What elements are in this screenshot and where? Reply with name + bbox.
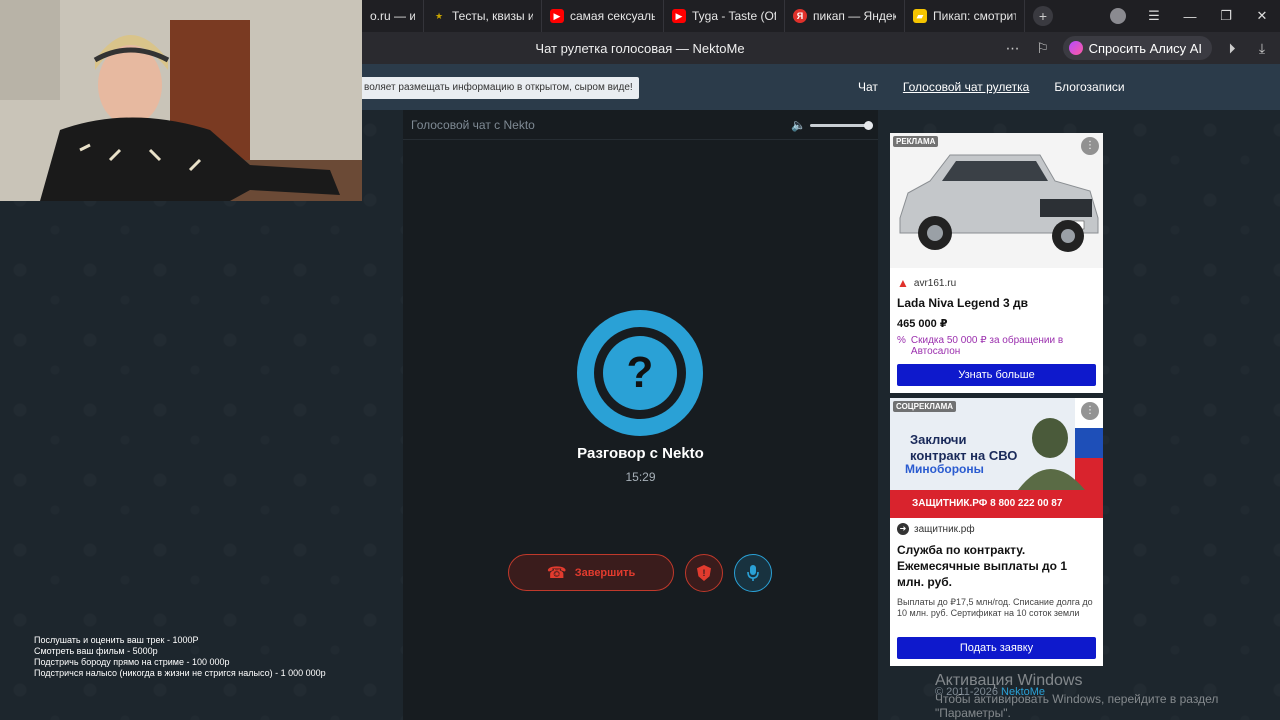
question-mark-icon: ?: [603, 336, 677, 410]
avr-logo-icon: ▲: [897, 276, 909, 290]
ad-subtitle: Выплаты до ₽17,5 млн/год. Списание долга…: [897, 597, 1093, 618]
ad-title[interactable]: Lada Niva Legend 3 дв: [897, 296, 1097, 310]
ad-title[interactable]: Служба по контракту. Ежемесячные выплаты…: [897, 542, 1097, 590]
stream-price-list: Послушать и оценить ваш трек - 1000Р Смо…: [34, 635, 326, 679]
alice-label: Спросить Алису AI: [1088, 40, 1202, 56]
ad-cta-button[interactable]: Подать заявку: [897, 637, 1096, 659]
site-nav: Чат Голосовой чат рулетка Блогозаписи: [858, 80, 1125, 94]
ad-label: РЕКЛАМА: [893, 136, 939, 147]
end-call-button[interactable]: ☎ Завершить: [508, 554, 674, 591]
chat-header-label: Голосовой чат с Nekto: [411, 118, 535, 132]
unknown-partner-ring: ?: [594, 327, 686, 419]
volume-slider[interactable]: [810, 120, 873, 130]
nav-item-chat[interactable]: Чат: [858, 80, 878, 94]
notice-banner: воляет размещать информацию в открытом, …: [358, 77, 639, 99]
microphone-icon: [747, 565, 759, 581]
youtube-icon: ▶: [550, 9, 564, 23]
price-line-3: Подстричь бороду прямо на стриме - 100 0…: [34, 657, 230, 667]
tab-5[interactable]: ▰ Пикап: смотрите: [905, 0, 1025, 32]
page-title: Чат рулетка голосовая — NektoMe: [535, 40, 745, 56]
windows-activation-watermark: Активация Windows Чтобы активировать Win…: [935, 672, 1218, 720]
price-line-1: Послушать и оценить ваш трек - 1000Р: [34, 635, 199, 645]
tab-label: o.ru — инте: [370, 9, 415, 23]
banner-stripe: ЗАЩИТНИК.РФ 8 800 222 00 87: [890, 490, 1103, 518]
tab-label: пикап — Яндекс: [813, 9, 896, 23]
hang-up-icon: ☎: [546, 564, 567, 582]
ad-menu-icon[interactable]: ⋮: [1081, 137, 1099, 155]
ad-domain[interactable]: ▲ avr161.ru: [897, 276, 956, 290]
alice-icon: [1068, 41, 1083, 55]
banner-line-3: Минобороны: [905, 462, 984, 476]
nav-item-blog[interactable]: Блогозаписи: [1054, 80, 1124, 94]
tab-label: самая сексуаль: [570, 9, 655, 23]
bookmark-icon: ▰: [913, 9, 927, 23]
tab-3[interactable]: ▶ Tyga - Taste (Off: [664, 0, 785, 32]
webcam-scene: [0, 0, 362, 201]
ad-price: 465 000 ₽: [897, 318, 948, 330]
nav-item-voice-roulette[interactable]: Голосовой чат рулетка: [903, 80, 1029, 94]
conversation-title: Разговор с Nekto: [577, 445, 704, 462]
ad-menu-icon[interactable]: ⋮: [1081, 402, 1099, 420]
tab-4[interactable]: Я пикап — Яндекс: [785, 0, 905, 32]
activation-line-2: "Параметры".: [935, 706, 1011, 720]
chat-header: Голосовой чат с Nekto 🔈: [403, 110, 878, 140]
close-icon[interactable]: ✕: [1244, 8, 1280, 24]
ad-promo: % Скидка 50 000 ₽ за обращении в Автосал…: [897, 335, 1097, 357]
ad-label: СОЦРЕКЛАМА: [893, 401, 957, 412]
banner-line-1: Заключи: [910, 432, 967, 447]
browser-tools: ⋯ ⚐ Спросить Алису AI ⏵ ⤓: [1003, 32, 1272, 64]
voice-chat-panel: Голосовой чат с Nekto 🔈 ? Разговор с Nek…: [403, 110, 878, 720]
activation-title: Активация Windows: [935, 672, 1083, 689]
ad-card-contract[interactable]: Заключи контракт на СВО Минобороны ЗАЩИТ…: [890, 398, 1103, 666]
tab-2[interactable]: ▶ самая сексуаль: [542, 0, 664, 32]
video-play-icon[interactable]: ⏵: [1222, 40, 1242, 57]
window-controls: ☰ — ❐ ✕: [1100, 0, 1280, 32]
ad-promo-text: Скидка 50 000 ₽ за обращении в Автосалон: [910, 335, 1064, 357]
unknown-partner-icon: ?: [577, 310, 703, 436]
tab-0[interactable]: o.ru — инте: [362, 0, 424, 32]
download-icon[interactable]: ⤓: [1252, 40, 1272, 57]
speaker-icon[interactable]: 🔈: [791, 118, 806, 132]
star-icon: ★: [434, 10, 444, 21]
more-icon[interactable]: ⋯: [1003, 40, 1023, 57]
tab-1[interactable]: ★ Тесты, квизы и т: [424, 0, 542, 32]
shield-icon: !: [697, 565, 711, 581]
ad-domain-text: защитник.рф: [914, 523, 975, 535]
activation-line-1: Чтобы активировать Windows, перейдите в …: [935, 692, 1219, 706]
bookmark-add-icon[interactable]: ⚐: [1033, 40, 1053, 57]
ad-domain-text: avr161.ru: [913, 277, 957, 289]
banner-headline: Заключи контракт на СВО: [910, 432, 1017, 464]
yandex-icon: Я: [793, 9, 807, 23]
menu-icon[interactable]: ☰: [1136, 8, 1172, 24]
minimize-icon[interactable]: —: [1172, 9, 1208, 24]
tab-label: Пикап: смотрите: [933, 9, 1016, 23]
car-illustration: [890, 133, 1103, 268]
alice-button[interactable]: Спросить Алису AI: [1062, 36, 1212, 60]
profile-avatar-icon[interactable]: [1110, 8, 1126, 24]
tab-label: Tyga - Taste (Off: [692, 9, 776, 23]
end-call-label: Завершить: [574, 566, 636, 579]
discount-icon: %: [897, 335, 906, 346]
arrow-circle-icon: ➜: [897, 523, 909, 535]
youtube-icon: ▶: [672, 9, 686, 23]
report-button[interactable]: !: [685, 554, 723, 592]
screen: o.ru — инте ★ Тесты, квизы и т ▶ самая с…: [0, 0, 1280, 720]
ad-card-car[interactable]: РЕКЛАМА ⋮ ▲ avr161.ru Lada Niva Legend 3…: [890, 133, 1103, 393]
tab-label: Тесты, квизы и т: [452, 9, 533, 23]
price-line-4: Подстричся налысо (никогда в жизни не ст…: [34, 668, 326, 678]
price-line-2: Смотреть ваш фильм - 5000р: [34, 646, 158, 656]
volume-slider-handle[interactable]: [864, 120, 873, 130]
new-tab-button[interactable]: +: [1033, 6, 1053, 26]
restore-icon[interactable]: ❐: [1208, 8, 1244, 24]
ad-banner-image: Заключи контракт на СВО Минобороны ЗАЩИТ…: [890, 398, 1103, 518]
call-timer: 15:29: [625, 470, 656, 484]
car-image: [890, 133, 1103, 268]
ad-cta-button[interactable]: Узнать больше: [897, 364, 1096, 386]
ad-domain[interactable]: ➜ защитник.рф: [897, 523, 975, 535]
streamer-webcam: [0, 0, 362, 201]
mute-button[interactable]: [734, 554, 772, 592]
volume-control[interactable]: 🔈: [791, 118, 873, 132]
